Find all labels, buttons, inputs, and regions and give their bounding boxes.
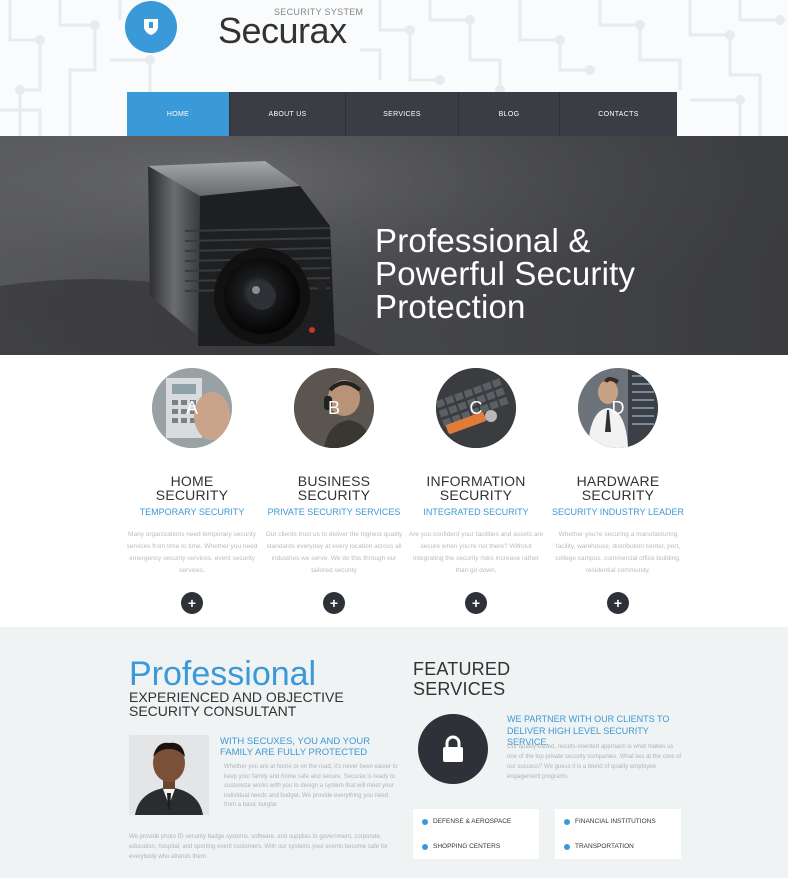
feature-letter: B: [327, 397, 340, 418]
feature-title: HARDWARE SECURITY: [576, 473, 660, 503]
check-icon: [422, 843, 428, 850]
feature-title: BUSINESS SECURITY: [297, 473, 371, 503]
logo-badge[interactable]: [125, 1, 177, 53]
hero-line-2: Powerful Security: [375, 255, 636, 292]
feature-hardware-security: D HARDWARE SECURITY SECURITY INDUSTRY LE…: [547, 368, 689, 577]
feature-more-button[interactable]: +: [465, 592, 487, 614]
main-nav: HOME ABOUT US SERVICES BLOG CONTACTS: [127, 92, 677, 136]
feature-subtitle[interactable]: SECURITY INDUSTRY LEADER: [547, 507, 689, 517]
nav-contacts[interactable]: CONTACTS: [560, 92, 677, 136]
lock-badge: [418, 714, 488, 784]
hero-line-3: Protection: [375, 288, 526, 325]
feature-more-button[interactable]: +: [323, 592, 345, 614]
feature-business-security: B BUSINESS SECURITY PRIVATE SECURITY SER…: [263, 368, 405, 577]
about-paragraph: We provide photo ID security badge syste…: [129, 834, 388, 860]
service-item[interactable]: FINANCIAL INSTITUTIONS: [555, 809, 681, 834]
feature-letter: C: [469, 397, 483, 418]
hero-line-1: Professional &: [375, 222, 591, 259]
hero-banner: Professional & Powerful Security Protect…: [0, 136, 788, 355]
hero-headline: Professional & Powerful Security Protect…: [375, 224, 635, 323]
lock-icon: [443, 735, 463, 762]
feature-more-button[interactable]: +: [607, 592, 629, 614]
nav-blog[interactable]: BLOG: [459, 92, 560, 136]
feature-image-guard[interactable]: B: [294, 368, 374, 448]
feature-subtitle[interactable]: PRIVATE SECURITY SERVICES: [263, 507, 405, 517]
nav-about-us[interactable]: ABOUT US: [230, 92, 346, 136]
about-section: Professional EXPERIENCED AND OBJECTIVE S…: [0, 627, 788, 878]
consultant-text: Whether you are at home or on the road, …: [224, 764, 398, 808]
consultant-heading[interactable]: WITH SECUXES, YOU AND YOUR FAMILY ARE FU…: [220, 736, 400, 758]
feature-image-keyboard[interactable]: C: [436, 368, 516, 448]
feature-title: INFORMATION SECURITY: [426, 473, 526, 503]
feature-description: Many organizations need temporary securi…: [126, 531, 258, 574]
partner-text: Our quality-based, results-oriented appr…: [507, 744, 682, 780]
feature-home-security: A HOME SECURITY TEMPORARY SECURITY Many …: [121, 368, 263, 577]
consultant-image: [129, 735, 209, 815]
consultant-photo: [129, 735, 209, 815]
nav-home[interactable]: HOME: [127, 92, 230, 136]
logo-name[interactable]: Securax: [218, 10, 347, 52]
featured-services-title: FEATURED SERVICES: [413, 659, 511, 699]
feature-letter: A: [185, 397, 198, 418]
service-item[interactable]: SHOPPING CENTERS: [413, 834, 539, 859]
feature-description: Our clients trust us to deliver the high…: [265, 531, 403, 574]
feature-title: HOME SECURITY: [155, 473, 229, 503]
feature-more-button[interactable]: +: [181, 592, 203, 614]
professional-subtitle: EXPERIENCED AND OBJECTIVE SECURITY CONSU…: [129, 689, 344, 719]
features-section: A HOME SECURITY TEMPORARY SECURITY Many …: [0, 355, 788, 627]
service-item[interactable]: DEFENSE & AEROSPACE: [413, 809, 539, 834]
check-icon: [564, 818, 570, 825]
feature-image-keypad[interactable]: A: [152, 368, 232, 448]
feature-subtitle[interactable]: TEMPORARY SECURITY: [121, 507, 263, 517]
feature-description: Are you confident your facilities and as…: [408, 531, 544, 574]
check-icon: [422, 818, 428, 825]
nav-services[interactable]: SERVICES: [346, 92, 459, 136]
shield-icon: [144, 19, 158, 35]
feature-information-security: C INFORMATION SECURITY INTEGRATED SECURI…: [405, 368, 547, 577]
feature-letter: D: [611, 397, 625, 418]
service-item[interactable]: TRANSPORTATION: [555, 834, 681, 859]
site-header: SECURITY SYSTEM Securax HOME ABOUT US SE…: [0, 0, 788, 136]
feature-subtitle[interactable]: INTEGRATED SECURITY: [405, 507, 547, 517]
feature-description: Whether you're securing a manufacturing …: [555, 531, 681, 574]
feature-image-server[interactable]: D: [578, 368, 658, 448]
check-icon: [564, 843, 570, 850]
